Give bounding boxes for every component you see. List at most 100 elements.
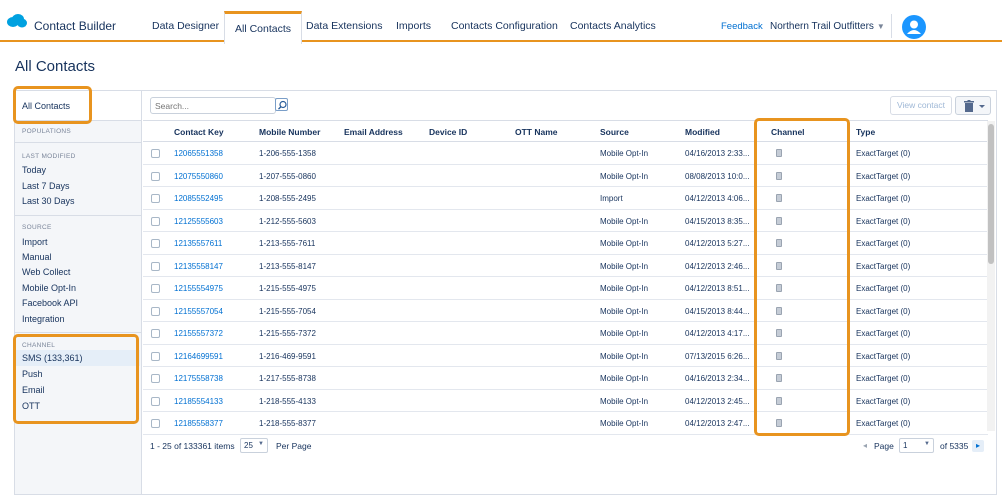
page-label: Page <box>874 441 894 451</box>
tab-all-contacts[interactable]: All Contacts <box>224 11 303 44</box>
tab-contacts-analytics[interactable]: Contacts Analytics <box>570 20 656 32</box>
search-input[interactable] <box>155 101 255 111</box>
row-checkbox[interactable] <box>151 194 160 203</box>
column-source[interactable]: Source <box>600 127 629 137</box>
org-switcher[interactable]: Northern Trail Outfitters ▼ <box>770 21 885 32</box>
contact-key-link[interactable]: 12065551358 <box>174 149 223 158</box>
per-page-label: Per Page <box>276 441 312 451</box>
row-checkbox[interactable] <box>151 329 160 338</box>
column-mobile-number[interactable]: Mobile Number <box>259 127 320 137</box>
column-email-address[interactable]: Email Address <box>344 127 403 137</box>
page-value: 1 <box>903 441 908 450</box>
table-row[interactable]: 12065551358 1-206-555-1358 Mobile Opt-In… <box>143 142 988 165</box>
per-page-select[interactable]: 25 ▼ <box>240 438 268 453</box>
page-count: of 5335 <box>940 441 969 451</box>
contact-key-link[interactable]: 12185554133 <box>174 397 223 406</box>
column-modified[interactable]: Modified <box>685 127 720 137</box>
row-checkbox[interactable] <box>151 306 160 316</box>
sidebar-item-last-30-days[interactable]: Last 30 Days <box>22 196 75 206</box>
salesforce-cloud-icon[interactable] <box>6 13 28 29</box>
sidebar-item-today[interactable]: Today <box>22 165 46 175</box>
column-type[interactable]: Type <box>856 127 875 137</box>
row-checkbox[interactable] <box>151 284 160 293</box>
delete-menu-button[interactable] <box>955 96 991 115</box>
table-row[interactable]: 12185558377 1-218-555-8377 Mobile Opt-In… <box>143 412 988 435</box>
mobile-number: 1-213-555-7611 <box>259 239 316 248</box>
table-row[interactable]: 12125555603 1-212-555-5603 Mobile Opt-In… <box>143 210 988 232</box>
divider <box>15 215 141 216</box>
type: ExactTarget (0) <box>856 194 911 203</box>
page-select[interactable]: 1 ▼ <box>899 438 934 453</box>
source: Mobile Opt-In <box>600 351 649 361</box>
table-row[interactable]: 12155554975 1-215-555-4975 Mobile Opt-In… <box>143 277 988 300</box>
mobile-number: 1-216-469-9591 <box>259 351 316 361</box>
next-page-button[interactable]: ▸ <box>972 440 984 452</box>
modified: 04/12/2013 2:47... <box>685 419 750 428</box>
table-row[interactable]: 12155557054 1-215-555-7054 Mobile Opt-In… <box>143 300 988 322</box>
row-checkbox[interactable] <box>151 239 160 248</box>
row-checkbox[interactable] <box>151 374 160 383</box>
column-device-id[interactable]: Device ID <box>429 127 467 137</box>
column-contact-key[interactable]: Contact Key <box>174 127 224 137</box>
source: Mobile Opt-In <box>600 306 649 316</box>
chevron-down-icon: ▼ <box>924 441 930 447</box>
tab-data-designer[interactable]: Data Designer <box>152 20 219 32</box>
table-row[interactable]: 12185554133 1-218-555-4133 Mobile Opt-In… <box>143 390 988 412</box>
row-checkbox[interactable] <box>151 216 160 226</box>
search-button[interactable] <box>275 98 288 111</box>
row-checkbox[interactable] <box>151 396 160 406</box>
prev-page-button[interactable]: ◂ <box>859 440 871 452</box>
search-box <box>150 97 276 114</box>
contact-key-link[interactable]: 12085552495 <box>174 194 223 203</box>
sidebar-item-web-collect[interactable]: Web Collect <box>22 267 70 277</box>
modified: 04/12/2013 2:45... <box>685 396 750 406</box>
contact-key-link[interactable]: 12155557372 <box>174 329 223 338</box>
divider <box>15 142 141 143</box>
view-contact-button[interactable]: View contact <box>890 96 952 115</box>
table-row[interactable]: 12135557611 1-213-555-7611 Mobile Opt-In… <box>143 232 988 255</box>
tab-contacts-configuration[interactable]: Contacts Configuration <box>451 20 558 32</box>
table-row[interactable]: 12175558738 1-217-555-8738 Mobile Opt-In… <box>143 367 988 390</box>
contact-key-link[interactable]: 12175558738 <box>174 374 223 383</box>
sidebar-item-facebook-api[interactable]: Facebook API <box>22 298 78 308</box>
mobile-number: 1-207-555-0860 <box>259 171 316 181</box>
type: ExactTarget (0) <box>856 419 911 428</box>
user-avatar-icon[interactable] <box>902 15 926 39</box>
tab-data-extensions[interactable]: Data Extensions <box>306 20 382 32</box>
feedback-link[interactable]: Feedback <box>721 21 763 32</box>
contact-key-link[interactable]: 12155554975 <box>174 284 223 293</box>
row-checkbox[interactable] <box>151 351 160 361</box>
contact-key-link[interactable]: 12164699591 <box>174 352 223 361</box>
table-row[interactable]: 12075550860 1-207-555-0860 Mobile Opt-In… <box>143 165 988 187</box>
table-row[interactable]: 12164699591 1-216-469-9591 Mobile Opt-In… <box>143 345 988 367</box>
sidebar-item-mobile-opt-in[interactable]: Mobile Opt-In <box>22 283 76 293</box>
tab-imports[interactable]: Imports <box>396 20 431 32</box>
row-checkbox[interactable] <box>151 419 160 428</box>
source: Mobile Opt-In <box>600 261 649 271</box>
contact-key-link[interactable]: 12125555603 <box>174 217 223 226</box>
scrollbar-thumb[interactable] <box>988 124 994 264</box>
sidebar: All Contacts POPULATIONS LAST MODIFIED T… <box>15 91 142 494</box>
row-checkbox[interactable] <box>151 171 160 181</box>
column-ott-name[interactable]: OTT Name <box>515 127 558 137</box>
type: ExactTarget (0) <box>856 306 911 316</box>
modified: 04/15/2013 8:44... <box>685 306 750 316</box>
table-row[interactable]: 12155557372 1-215-555-7372 Mobile Opt-In… <box>143 322 988 345</box>
sidebar-item-integration[interactable]: Integration <box>22 314 65 324</box>
sidebar-item-manual[interactable]: Manual <box>22 252 52 262</box>
contact-key-link[interactable]: 12075550860 <box>174 172 223 181</box>
section-populations[interactable]: POPULATIONS <box>22 128 71 135</box>
row-checkbox[interactable] <box>151 261 160 271</box>
contact-key-link[interactable]: 12155557054 <box>174 307 223 316</box>
contact-key-link[interactable]: 12135557611 <box>174 239 222 248</box>
section-source: SOURCE <box>22 224 52 231</box>
contact-key-link[interactable]: 12135558147 <box>174 262 223 271</box>
table-row[interactable]: 12135558147 1-213-555-8147 Mobile Opt-In… <box>143 255 988 277</box>
table-scrollbar[interactable] <box>987 121 995 431</box>
table-row[interactable]: 12085552495 1-208-555-2495 Import 04/12/… <box>143 187 988 210</box>
sidebar-item-import[interactable]: Import <box>22 237 48 247</box>
contact-key-link[interactable]: 12185558377 <box>174 419 223 428</box>
source: Import <box>600 194 623 203</box>
sidebar-item-last-7-days[interactable]: Last 7 Days <box>22 181 70 191</box>
row-checkbox[interactable] <box>151 149 160 158</box>
